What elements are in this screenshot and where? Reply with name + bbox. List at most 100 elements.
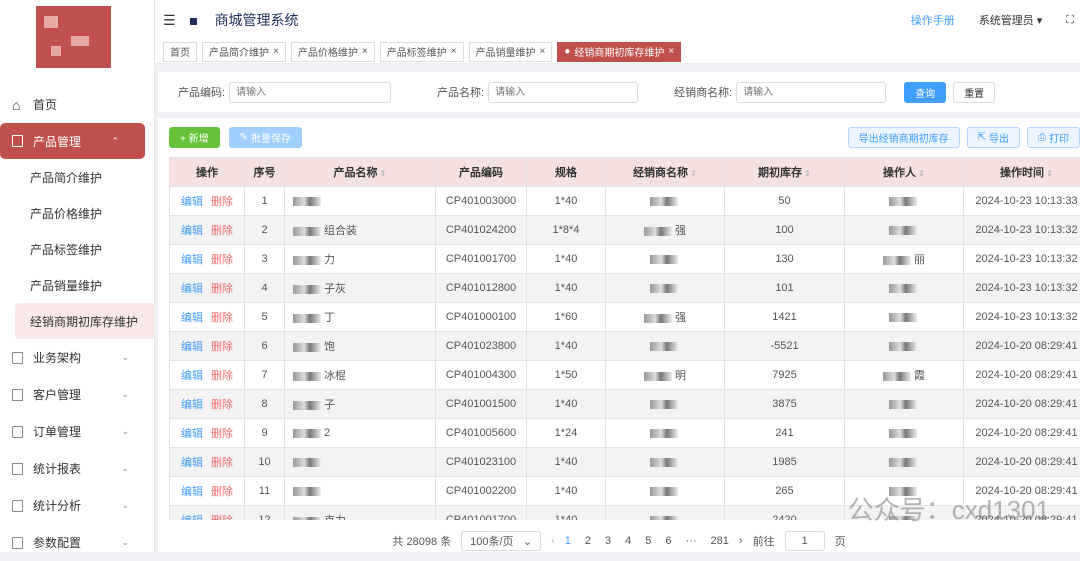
sidebar-subitem[interactable]: 产品简介维护 xyxy=(0,159,155,195)
column-header[interactable]: 经销商名称 ⇕ xyxy=(606,158,725,187)
close-icon[interactable]: × xyxy=(362,46,368,57)
delete-link[interactable]: 删除 xyxy=(211,254,233,266)
page-6[interactable]: ··· xyxy=(686,535,697,547)
batch-save-button[interactable]: ✎批量保存 xyxy=(229,127,302,148)
print-button[interactable]: ⎙打印 xyxy=(1027,127,1080,148)
manual-link[interactable]: 操作手册 xyxy=(911,12,955,28)
delete-link[interactable]: 删除 xyxy=(211,457,233,469)
delete-link[interactable]: 删除 xyxy=(211,515,233,520)
delete-link[interactable]: 删除 xyxy=(211,486,233,498)
cell-operate-time: 2024-10-23 10:13:32 xyxy=(964,274,1080,303)
edit-link[interactable]: 编辑 xyxy=(181,283,203,295)
tab-5[interactable]: ●经销商期初库存维护× xyxy=(557,42,681,62)
cell-product-code: CP401001700 xyxy=(436,245,527,274)
edit-link[interactable]: 编辑 xyxy=(181,254,203,266)
page-7[interactable]: 281 xyxy=(711,535,729,547)
delete-link[interactable]: 删除 xyxy=(211,428,233,440)
column-header-label: 产品名称 xyxy=(334,167,378,179)
page-2[interactable]: 3 xyxy=(605,535,611,547)
sidebar-subitem[interactable]: 产品销量维护 xyxy=(0,267,155,303)
sidebar-subitem[interactable]: 产品价格维护 xyxy=(0,195,155,231)
sidebar-item-7[interactable]: 参数配置⌄ xyxy=(0,524,155,561)
close-icon[interactable]: × xyxy=(540,46,546,57)
home-icon: ⌂ xyxy=(12,99,23,111)
cell-text: 强 xyxy=(675,312,686,324)
close-icon[interactable]: × xyxy=(668,46,674,57)
cell-text: 明 xyxy=(675,370,686,382)
fullscreen-icon[interactable]: ⛶ xyxy=(1066,14,1074,27)
dealer-input[interactable] xyxy=(736,82,886,103)
reset-button[interactable]: 重置 xyxy=(953,82,995,103)
next-page-button[interactable]: › xyxy=(739,535,743,547)
close-icon[interactable]: × xyxy=(273,46,279,57)
goto-input[interactable]: 1 xyxy=(785,531,825,551)
sort-icon[interactable]: ⇕ xyxy=(378,169,387,178)
tab-0[interactable]: 首页 xyxy=(163,42,197,62)
delete-link[interactable]: 删除 xyxy=(211,312,233,324)
sidebar-subitem[interactable]: 经销商期初库存维护 xyxy=(15,303,155,339)
sidebar-item-0[interactable]: ⌂首页 xyxy=(0,86,155,123)
column-header-label: 期初库存 xyxy=(758,167,802,179)
delete-link[interactable]: 删除 xyxy=(211,370,233,382)
name-input[interactable] xyxy=(488,82,638,103)
delete-link[interactable]: 删除 xyxy=(211,283,233,295)
document-icon xyxy=(12,500,23,512)
tab-3[interactable]: 产品标签维护× xyxy=(380,42,464,62)
sidebar-item-2[interactable]: 业务架构⌄ xyxy=(0,339,155,376)
user-menu[interactable]: 系统管理员 ▾ xyxy=(979,12,1043,28)
edit-link[interactable]: 编辑 xyxy=(181,341,203,353)
edit-link[interactable]: 编辑 xyxy=(181,225,203,237)
prev-page-button[interactable]: ‹ xyxy=(551,535,555,547)
edit-link[interactable]: 编辑 xyxy=(181,399,203,411)
cell-text: 11 xyxy=(259,485,270,497)
edit-link[interactable]: 编辑 xyxy=(181,457,203,469)
sort-icon[interactable]: ⇕ xyxy=(802,169,811,178)
edit-link[interactable]: 编辑 xyxy=(181,370,203,382)
sidebar-subitem[interactable]: 产品标签维护 xyxy=(0,231,155,267)
code-input[interactable] xyxy=(229,82,391,103)
tab-1[interactable]: 产品简介维护× xyxy=(202,42,286,62)
delete-link[interactable]: 删除 xyxy=(211,399,233,411)
column-header[interactable]: 操作时间 ⇕ xyxy=(964,158,1080,187)
column-header[interactable]: 产品名称 ⇕ xyxy=(285,158,436,187)
sort-icon[interactable]: ⇕ xyxy=(688,169,697,178)
delete-link[interactable]: 删除 xyxy=(211,225,233,237)
column-header-label: 序号 xyxy=(254,167,276,179)
edit-link[interactable]: 编辑 xyxy=(181,428,203,440)
sidebar-item-1[interactable]: 产品管理⌃ xyxy=(0,123,145,159)
table-row: 编辑删除7冰棍CP4010043001*50明7925霞2024-10-20 0… xyxy=(170,361,1080,390)
page-5[interactable]: 6 xyxy=(665,535,671,547)
sidebar-item-5[interactable]: 统计报表⌄ xyxy=(0,450,155,487)
sort-icon[interactable]: ⇕ xyxy=(916,169,925,178)
column-header[interactable]: 操作人 ⇕ xyxy=(845,158,964,187)
export-button[interactable]: ⇱导出 xyxy=(967,127,1020,148)
redacted-block xyxy=(644,372,672,381)
sidebar-item-3[interactable]: 客户管理⌄ xyxy=(0,376,155,413)
column-header[interactable]: 期初库存 ⇕ xyxy=(725,158,845,187)
delete-link[interactable]: 删除 xyxy=(211,196,233,208)
redacted-block xyxy=(889,342,917,351)
column-header-label: 操作人 xyxy=(883,167,916,179)
sidebar-item-6[interactable]: 统计分析⌄ xyxy=(0,487,155,524)
edit-link[interactable]: 编辑 xyxy=(181,486,203,498)
page-size-select[interactable]: 100条/页⌄ xyxy=(461,531,541,551)
page-4[interactable]: 5 xyxy=(645,535,651,547)
page-1[interactable]: 2 xyxy=(585,535,591,547)
tab-2[interactable]: 产品价格维护× xyxy=(291,42,375,62)
add-button[interactable]: + 新增 xyxy=(169,127,220,148)
page-3[interactable]: 4 xyxy=(625,535,631,547)
search-button[interactable]: 查询 xyxy=(904,82,946,103)
edit-link[interactable]: 编辑 xyxy=(181,515,203,520)
sidebar-item-4[interactable]: 订单管理⌄ xyxy=(0,413,155,450)
sort-icon[interactable]: ⇕ xyxy=(1044,169,1053,178)
edit-link[interactable]: 编辑 xyxy=(181,312,203,324)
delete-link[interactable]: 删除 xyxy=(211,341,233,353)
menu-toggle-icon[interactable]: ☰ xyxy=(163,12,176,29)
close-icon[interactable]: × xyxy=(451,46,457,57)
export-stock-button[interactable]: 导出经销商期初库存 xyxy=(848,127,960,148)
page-0[interactable]: 1 xyxy=(565,535,571,547)
tab-4[interactable]: 产品销量维护× xyxy=(469,42,553,62)
redacted-block xyxy=(293,314,321,323)
edit-link[interactable]: 编辑 xyxy=(181,196,203,208)
cell-product-code: CP401004300 xyxy=(436,361,527,390)
